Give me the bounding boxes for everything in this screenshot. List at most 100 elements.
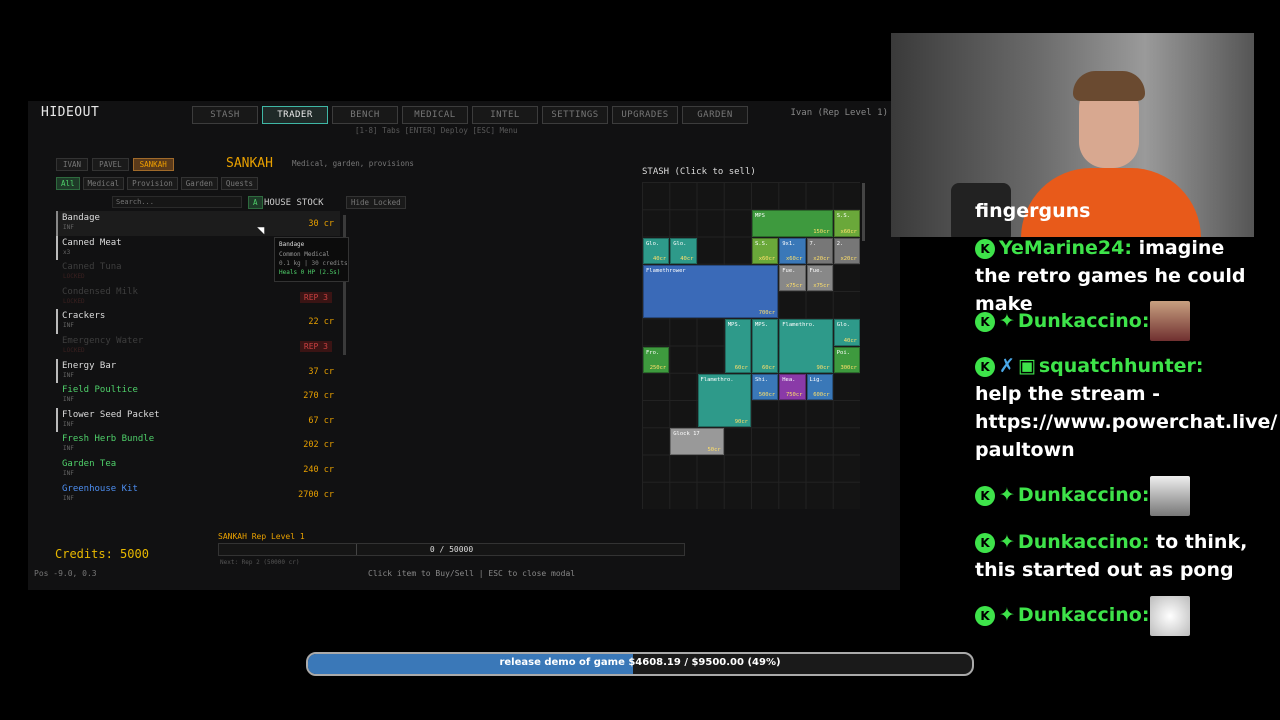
item-stock: INF	[63, 396, 74, 404]
chat-username[interactable]: Dunkaccino:	[1018, 484, 1150, 506]
item-stock: x3	[63, 248, 71, 256]
stash-item-name: Flamethro.	[782, 322, 816, 329]
stash-item[interactable]: Fro. 250cr	[643, 346, 670, 373]
tooltip-stats: 0.1 kg | 30 credits	[279, 260, 348, 267]
trader-item-row[interactable]: Flower Seed Packet INF 67 cr	[56, 407, 340, 433]
stash-item[interactable]: Glo. 40cr	[643, 237, 670, 264]
stash-item[interactable]: Shi. 500cr	[752, 373, 779, 400]
sort-button[interactable]: A	[248, 196, 263, 209]
stash-item-price: 90cr	[734, 419, 748, 426]
bottom-hint: Click item to Buy/Sell | ESC to close mo…	[368, 569, 576, 578]
item-tooltip: Bandage Common Medical 0.1 kg | 30 credi…	[274, 237, 349, 282]
item-name: Canned Tuna	[62, 262, 122, 273]
stash-item[interactable]: Flamethro. 90cr	[779, 319, 833, 373]
filter-garden[interactable]: Garden	[180, 177, 218, 190]
stash-item-price: 150cr	[813, 228, 830, 235]
stash-item[interactable]: Flamethro. 90cr	[697, 373, 751, 428]
emote-icon	[1150, 301, 1190, 341]
trader-item-row[interactable]: Greenhouse Kit INF 2700 cr	[56, 482, 340, 507]
stash-item-name: Glo.	[646, 240, 660, 247]
tab-stash[interactable]: STASH	[192, 106, 258, 124]
filter-all[interactable]: All	[56, 177, 80, 190]
stash-item-price: 60cr	[762, 364, 776, 371]
k-badge-icon: K	[975, 311, 995, 332]
trader-item-row[interactable]: Fresh Herb Bundle INF 202 cr	[56, 432, 340, 457]
item-name: Garden Tea	[62, 458, 117, 469]
tab-settings[interactable]: SETTINGS	[542, 106, 608, 124]
chat-username[interactable]: YeMarine24:	[999, 237, 1132, 259]
stash-item[interactable]: S.S. x60cr	[833, 210, 860, 237]
stash-title: STASH (Click to sell)	[642, 167, 756, 177]
item-name: Emergency Water	[62, 335, 144, 346]
sparkle-badge-icon: ✦	[999, 604, 1015, 626]
stash-item-name: Flamethro.	[700, 376, 734, 383]
trader-item-row[interactable]: Field Poultice INF 270 cr	[56, 383, 340, 408]
stash-item-price: 600cr	[813, 392, 830, 398]
hide-locked-toggle[interactable]: Hide Locked	[346, 196, 406, 209]
trader-item-row[interactable]: Condensed Milk LOCKED REP 3	[56, 285, 340, 310]
stash-item[interactable]: MPS 150cr	[752, 210, 833, 237]
stash-item[interactable]: Fue. x75cr	[806, 264, 833, 291]
trader-tab-ivan[interactable]: IVAN	[56, 158, 89, 171]
rep-lock-badge: REP 3	[299, 291, 332, 303]
position-readout: Pos -9.0, 0.3	[34, 569, 97, 578]
stash-item[interactable]: Hea. 750cr	[779, 373, 806, 400]
k-badge-icon: K	[975, 356, 995, 377]
chat-username[interactable]: Dunkaccino:	[1018, 531, 1150, 553]
stash-item-name: 9x1.	[782, 240, 796, 247]
trader-item-row[interactable]: Bandage INF 30 cr	[56, 211, 340, 236]
sparkle-badge-icon: ✦	[999, 484, 1015, 506]
filter-provision[interactable]: Provision	[127, 177, 178, 190]
category-filters: All Medical Provision Garden Quests	[56, 177, 258, 190]
trader-tab-sankah[interactable]: SANKAH	[132, 158, 174, 171]
stash-item-price: x20cr	[840, 255, 857, 262]
trader-tab-pavel[interactable]: PAVEL	[92, 158, 129, 171]
chat-username[interactable]: Dunkaccino:	[1018, 310, 1150, 332]
stash-item[interactable]: MPS. 60cr	[724, 319, 751, 373]
trader-item-row[interactable]: Energy Bar INF 37 cr	[56, 358, 340, 384]
trader-item-row[interactable]: Garden Tea INF 240 cr	[56, 457, 340, 482]
stash-item[interactable]: 9x1. x60cr	[779, 237, 806, 264]
stash-item[interactable]: 7. x20cr	[806, 237, 833, 264]
trader-title: SANKAH	[226, 156, 273, 171]
chat-username[interactable]: Dunkaccino:	[1018, 604, 1150, 626]
stash-item-name: MPS.	[727, 322, 741, 329]
stash-grid[interactable]: MPS 150cr S.S. x60cr Glo. 40cr Glo. 40cr S.S. x60…	[642, 182, 860, 509]
stash-item[interactable]: Flamethrower 700cr	[643, 264, 779, 319]
trader-item-row[interactable]: Crackers INF 22 cr	[56, 309, 340, 334]
item-name: Canned Meat	[62, 237, 122, 248]
tooltip-type: Common Medical	[279, 251, 330, 258]
tooltip-name: Bandage	[279, 241, 305, 248]
tab-intel[interactable]: INTEL	[472, 106, 538, 124]
stash-item[interactable]: Fue. x75cr	[779, 264, 806, 291]
chat-message: K ✦ Dunkaccino:	[975, 307, 1149, 335]
stash-item[interactable]: Poi. 300cr	[833, 346, 860, 373]
hideout-title: HIDEOUT	[41, 105, 100, 120]
stash-scrollbar[interactable]	[862, 183, 865, 241]
stash-item[interactable]: Glock 17 50cr	[670, 428, 724, 455]
stash-item[interactable]: Glo. 40cr	[670, 237, 697, 264]
tab-upgrades[interactable]: UPGRADES	[612, 106, 678, 124]
tab-trader[interactable]: TRADER	[262, 106, 328, 124]
stash-item[interactable]: MPS. 60cr	[752, 319, 779, 373]
stash-item[interactable]: 2. x20cr	[833, 237, 860, 264]
chat-username[interactable]: squatchhunter:	[1039, 355, 1204, 377]
goal-text: release demo of game $4608.19 / $9500.00…	[499, 657, 781, 668]
tab-medical[interactable]: MEDICAL	[402, 106, 468, 124]
trader-item-row[interactable]: Emergency Water LOCKED REP 3	[56, 334, 340, 359]
stash-item[interactable]: Glo. 40cr	[833, 319, 860, 346]
player-info: Ivan (Rep Level 1)	[790, 108, 888, 118]
stash-item[interactable]: S.S. x60cr	[752, 237, 779, 264]
search-input[interactable]	[112, 196, 242, 208]
stash-item-name: Fro.	[646, 349, 660, 356]
filter-medical[interactable]: Medical	[82, 177, 125, 190]
item-price: 2700 cr	[298, 489, 334, 500]
tab-bench[interactable]: BENCH	[332, 106, 398, 124]
tab-garden[interactable]: GARDEN	[682, 106, 748, 124]
stash-item-name: 2.	[836, 240, 844, 247]
stash-item[interactable]: Lig. 600cr	[806, 373, 833, 400]
filter-quests[interactable]: Quests	[220, 177, 258, 190]
stash-item-price: x60cr	[840, 228, 857, 235]
list-scrollbar[interactable]	[343, 215, 346, 355]
trader-description: Medical, garden, provisions	[292, 159, 414, 168]
